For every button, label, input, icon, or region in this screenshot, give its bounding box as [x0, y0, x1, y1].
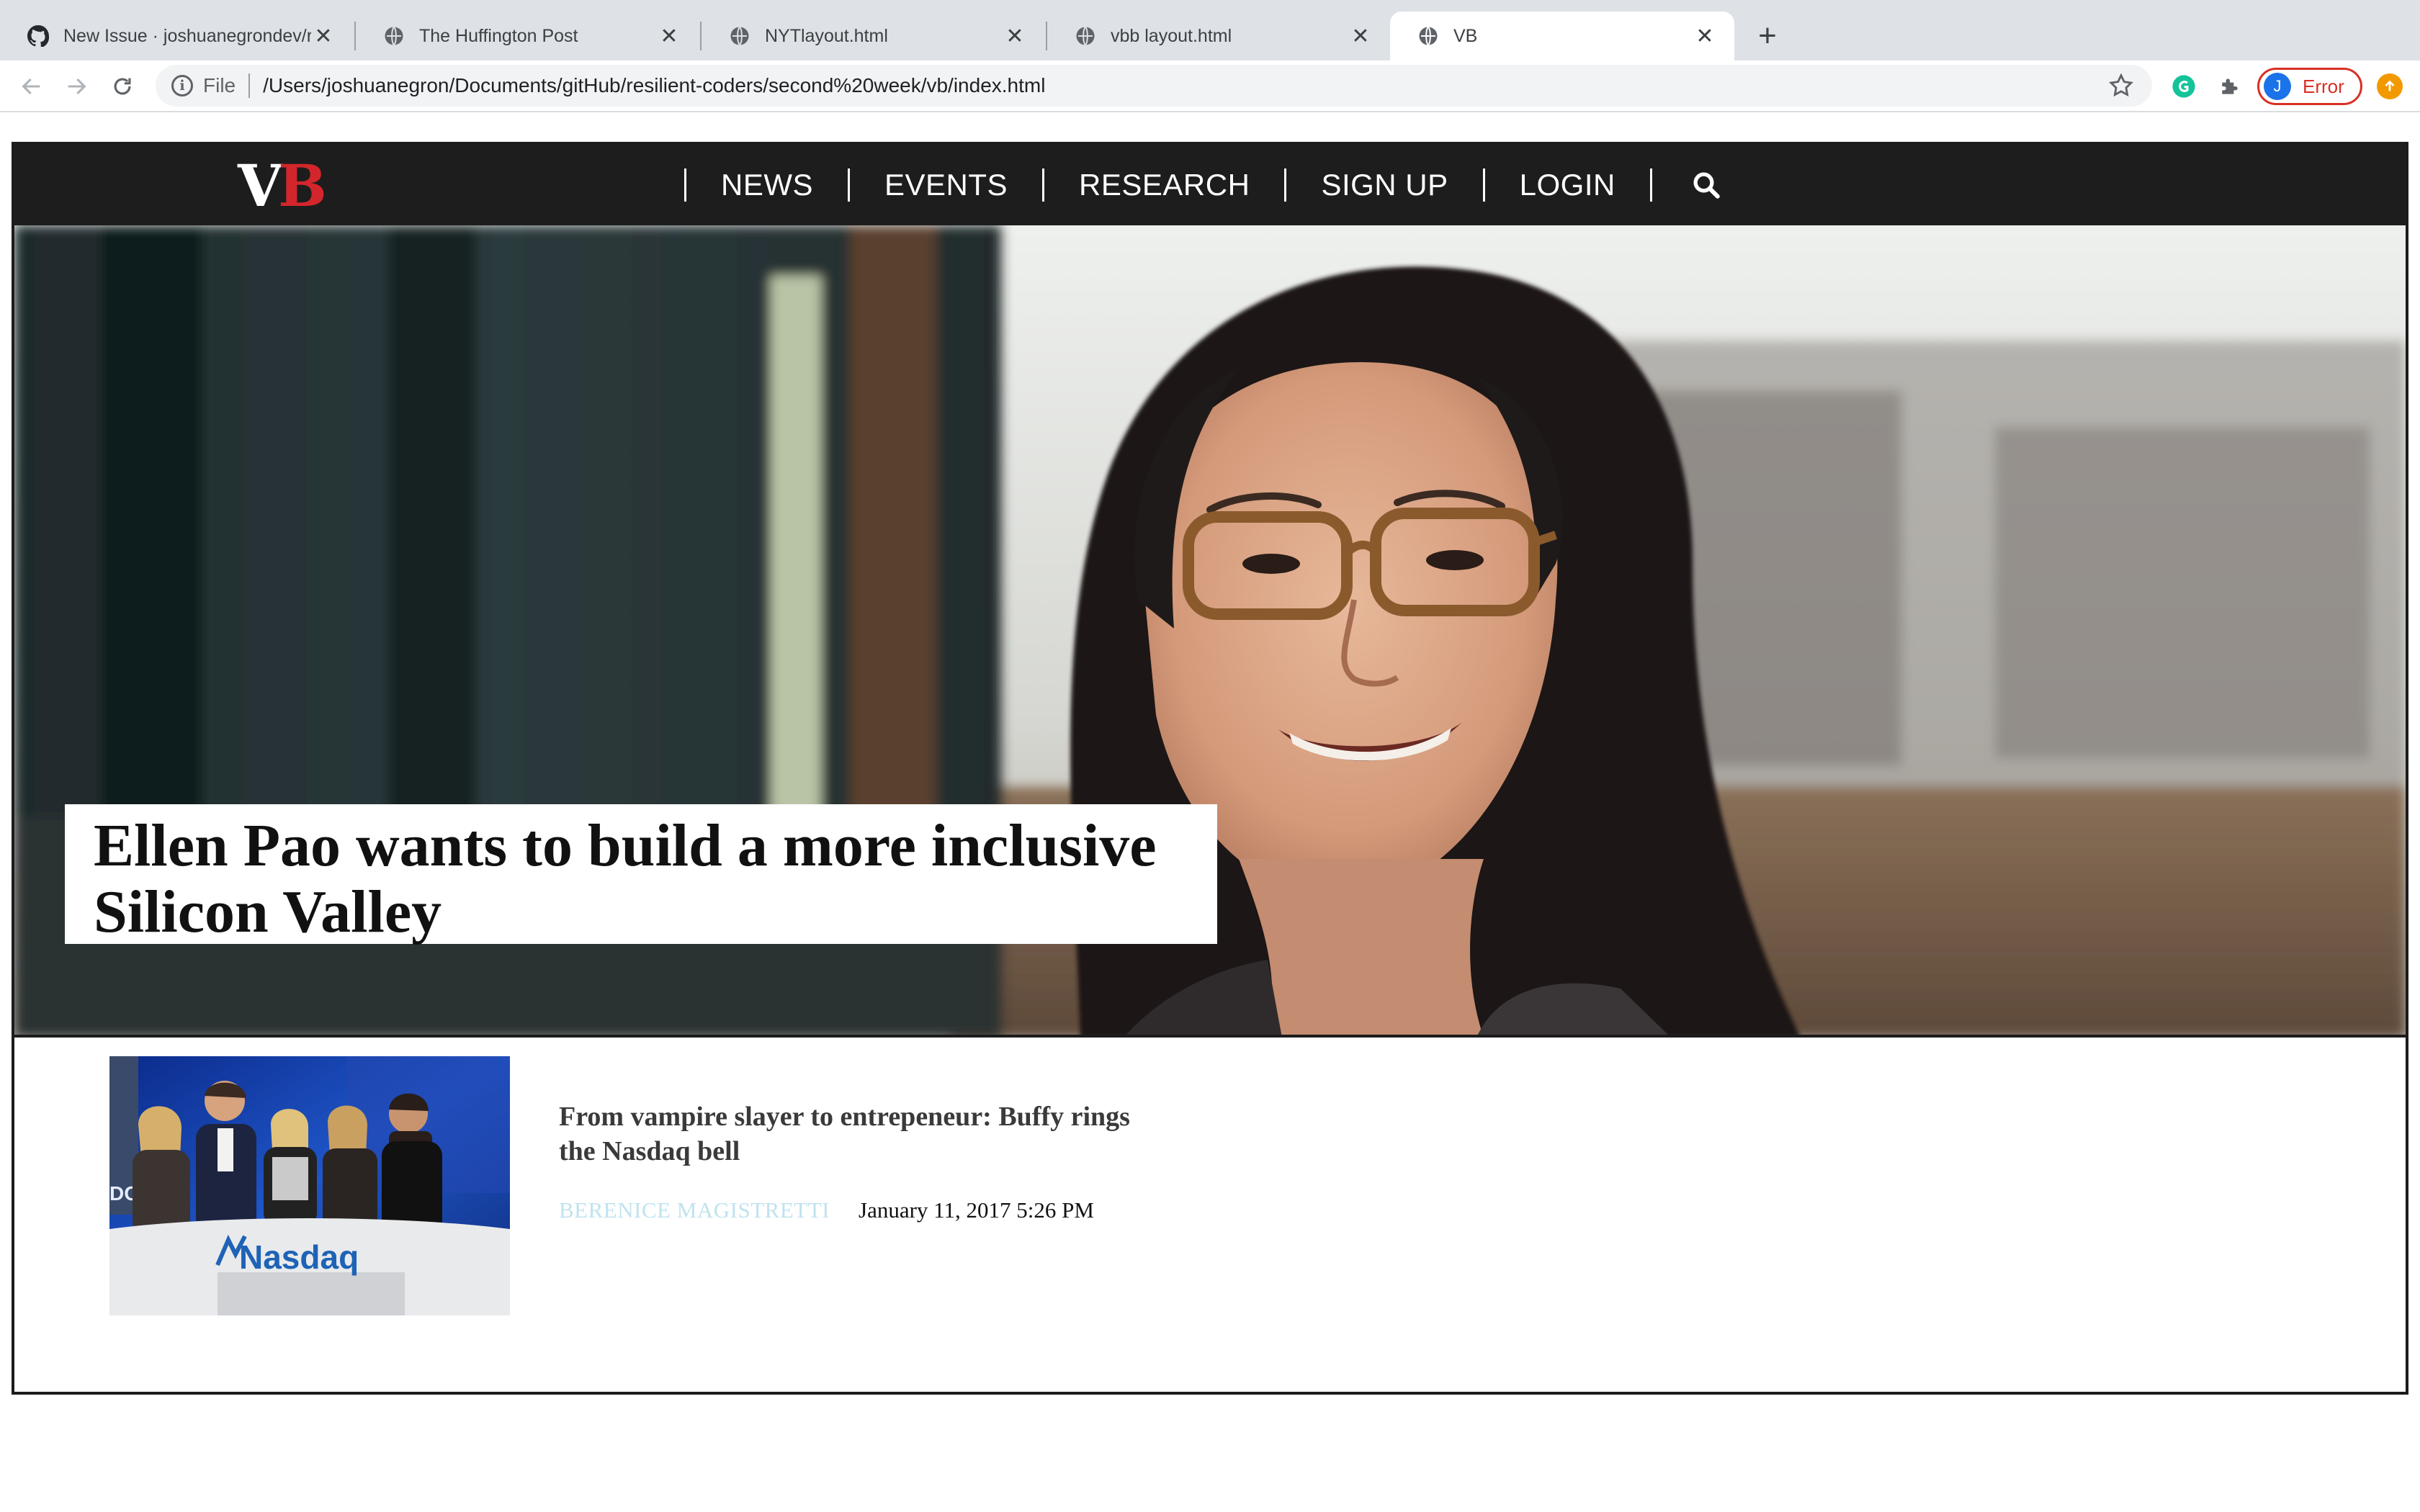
extensions-puzzle-icon[interactable] [2215, 72, 2244, 101]
nav-research[interactable]: RESEARCH [1044, 168, 1284, 202]
vb-page: VB NEWS EVENTS RESEARCH SIGN UP LOGIN El… [12, 142, 2408, 1395]
new-tab-icon[interactable]: + [1749, 17, 1786, 55]
globe-icon [1419, 26, 1438, 46]
nav-events[interactable]: EVENTS [850, 168, 1042, 202]
main-nav: NEWS EVENTS RESEARCH SIGN UP LOGIN [684, 145, 1731, 225]
tab-title: VB [1453, 25, 1478, 46]
hero-feature[interactable]: Ellen Pao wants to build a more inclusiv… [14, 225, 2406, 1038]
close-icon[interactable]: ✕ [1348, 24, 1373, 48]
story-author[interactable]: BERENICE MAGISTRETTI [559, 1197, 830, 1223]
nav-divider [1649, 168, 1652, 202]
search-icon[interactable] [1681, 160, 1731, 210]
story-date: January 11, 2017 5:26 PM [859, 1197, 1094, 1223]
url-text[interactable]: /Users/joshuanegron/Documents/gitHub/res… [263, 74, 1045, 97]
nav-news[interactable]: NEWS [686, 168, 848, 202]
reload-icon[interactable] [105, 69, 140, 104]
story-title[interactable]: From vampire slayer to entrepeneur: Buff… [559, 1099, 1150, 1169]
vb-logo[interactable]: VB [238, 152, 327, 220]
story-thumbnail[interactable]: DO Nasdaq [109, 1056, 510, 1315]
close-icon[interactable]: ✕ [1693, 24, 1717, 48]
address-bar[interactable]: i File /Users/joshuanegron/Documents/git… [156, 65, 2152, 107]
profile-button[interactable]: J Error [2257, 68, 2362, 105]
close-icon[interactable]: ✕ [657, 24, 681, 48]
tab-title: NYTlayout.html [765, 25, 888, 46]
logo-letter-v: V [238, 152, 282, 220]
tab-vbb-layout[interactable]: vbb layout.html ✕ [1047, 12, 1390, 60]
tab-nytlayout[interactable]: NYTlayout.html ✕ [702, 12, 1044, 60]
github-icon [27, 25, 49, 47]
globe-icon [730, 26, 749, 46]
forward-arrow-icon[interactable] [59, 69, 94, 104]
tab-new-issue[interactable]: New Issue · joshuanegrondev/r ✕ [0, 12, 353, 60]
tab-title: vbb layout.html [1111, 25, 1232, 46]
tab-vb[interactable]: VB ✕ [1390, 12, 1734, 60]
tab-strip: New Issue · joshuanegrondev/r ✕ The Huff… [0, 0, 2420, 60]
globe-icon [385, 26, 403, 46]
avatar: J [2264, 73, 2291, 100]
logo-letter-b: B [278, 152, 327, 220]
close-icon[interactable]: ✕ [311, 24, 336, 48]
grammarly-icon[interactable] [2169, 72, 2198, 101]
back-arrow-icon[interactable] [14, 69, 49, 104]
info-icon[interactable]: i [171, 75, 193, 96]
bookmark-star-icon[interactable] [2107, 72, 2135, 99]
tab-title: New Issue · joshuanegrondev/r [63, 25, 311, 46]
nasdaq-photo: DO Nasdaq [109, 1056, 510, 1315]
nav-sign-up[interactable]: SIGN UP [1286, 168, 1482, 202]
scheme-label: File [203, 74, 236, 96]
hero-headline[interactable]: Ellen Pao wants to build a more inclusiv… [94, 813, 1188, 945]
site-header: VB NEWS EVENTS RESEARCH SIGN UP LOGIN [14, 145, 2406, 225]
thumbnail-sign-text: Nasdaq [239, 1238, 359, 1276]
globe-icon [1076, 26, 1095, 46]
omnibox-divider [248, 73, 251, 98]
tab-huffington-post[interactable]: The Huffington Post ✕ [356, 12, 699, 60]
browser-toolbar: i File /Users/joshuanegron/Documents/git… [0, 60, 2420, 112]
headline-card[interactable]: Ellen Pao wants to build a more inclusiv… [65, 804, 1217, 945]
update-arrow-icon[interactable] [2377, 73, 2403, 99]
tab-title: The Huffington Post [419, 25, 578, 46]
nav-login[interactable]: LOGIN [1485, 168, 1650, 202]
profile-status: Error [2303, 75, 2344, 97]
close-icon[interactable]: ✕ [1003, 24, 1027, 48]
